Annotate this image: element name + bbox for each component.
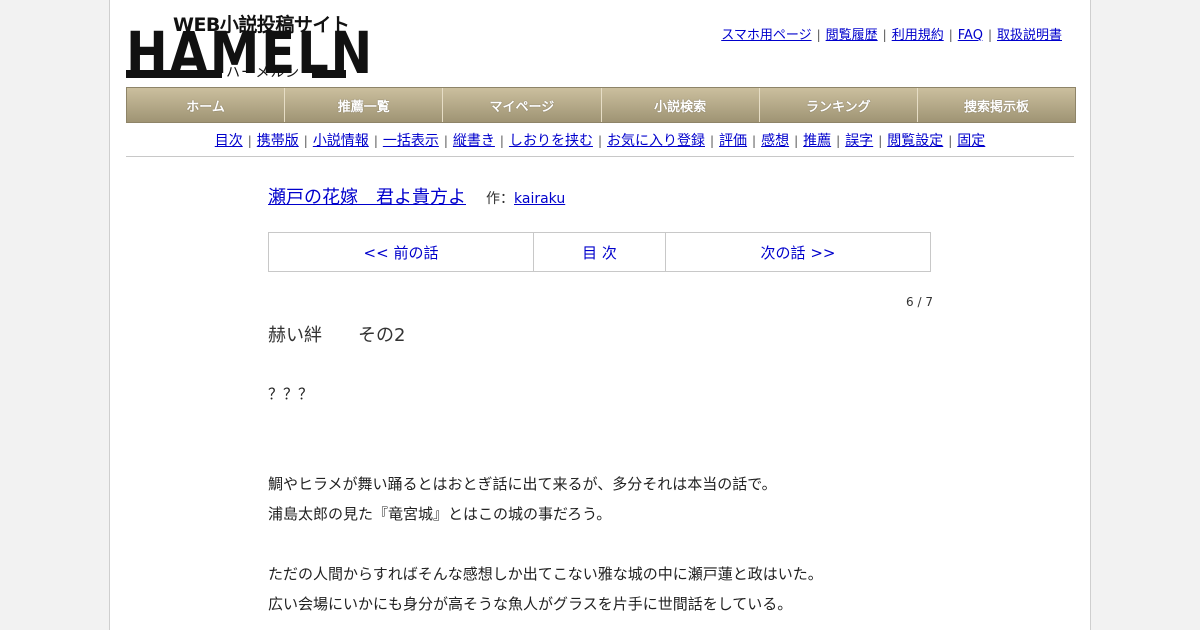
subnav-toc[interactable]: 目次 (215, 133, 243, 149)
separator: | (443, 134, 448, 148)
nav-ranking[interactable]: ランキング (759, 88, 918, 122)
subnav-pin[interactable]: 固定 (957, 133, 985, 149)
subnav-vertical[interactable]: 縦書き (453, 133, 495, 149)
terms-link[interactable]: 利用規約 (892, 28, 944, 43)
logo-underline-right (312, 70, 346, 78)
chapter-content: 瀬戸の花嫁 君よ貴方よ 作：kairaku << 前の話 目 次 次の話 >> 6… (268, 183, 933, 613)
separator: | (948, 134, 953, 148)
divider (126, 156, 1074, 157)
novel-sub-nav: 目次 | 携帯版 | 小説情報 | 一括表示 | 縦書き | しおりを挟む | お気に入り登録 | 評価 | 感… (126, 130, 1074, 150)
separator: | (597, 134, 602, 148)
body-line (268, 529, 823, 559)
author-link[interactable]: kairaku (514, 191, 565, 207)
body-line: 鯛やヒラメが舞い踊るとはおとぎ話に出て来るが、多分それは本当の話で。 (268, 475, 777, 493)
author-prefix: 作： (486, 191, 514, 207)
main-nav: ホーム 推薦一覧 マイページ 小説検索 ランキング 捜索掲示板 (126, 87, 1076, 123)
separator: | (373, 134, 378, 148)
subnav-mobile[interactable]: 携帯版 (257, 133, 299, 149)
logo-kana: ハーメルン (226, 65, 301, 81)
manual-link[interactable]: 取扱説明書 (997, 28, 1062, 43)
body-line: ただの人間からすればそんな感想しか出てこない雅な城の中に瀬戸蓮と政はいた。 (268, 565, 823, 583)
chapter-body: ？？？ 鯛やヒラメが舞い踊るとはおとぎ話に出て来るが、多分それは本当の話で。 浦… (268, 379, 823, 619)
subnav-novel-info[interactable]: 小説情報 (313, 133, 369, 149)
nav-home[interactable]: ホーム (127, 88, 286, 122)
chapter-title: 赫い絆 その2 (268, 325, 406, 346)
story-title-link[interactable]: 瀬戸の花嫁 君よ貴方よ (268, 187, 466, 208)
separator: | (836, 134, 841, 148)
separator: | (794, 134, 799, 148)
subnav-comments[interactable]: 感想 (761, 133, 789, 149)
nav-novel-search[interactable]: 小説検索 (601, 88, 760, 122)
separator: | (499, 134, 504, 148)
chapter-pager: << 前の話 目 次 次の話 >> (268, 232, 931, 272)
faq-link[interactable]: FAQ (958, 28, 983, 43)
next-chapter-link[interactable]: 次の話 >> (761, 242, 836, 263)
subnav-favorite[interactable]: お気に入り登録 (607, 133, 705, 149)
chapter-counter: 6 / 7 (906, 295, 933, 309)
prev-chapter-link[interactable]: << 前の話 (364, 242, 439, 263)
hameln-logo[interactable]: WEB小説投稿サイト HAMELN ハーメルン (126, 10, 372, 82)
history-link[interactable]: 閲覧履歴 (826, 28, 878, 43)
separator: | (948, 28, 953, 42)
subnav-show-all[interactable]: 一括表示 (383, 133, 439, 149)
top-links: スマホ用ページ | 閲覧履歴 | 利用規約 | FAQ | 取扱説明書 (721, 24, 1062, 43)
separator: | (247, 134, 252, 148)
next-chapter-cell: 次の話 >> (666, 233, 930, 271)
separator: | (816, 28, 821, 42)
separator: | (710, 134, 715, 148)
nav-recommendations[interactable]: 推薦一覧 (285, 88, 444, 122)
body-line (268, 439, 823, 469)
page-container: WEB小説投稿サイト HAMELN ハーメルン スマホ用ページ | 閲覧履歴 | 利用規… (109, 0, 1091, 630)
nav-search-board[interactable]: 捜索掲示板 (917, 88, 1076, 122)
separator: | (987, 28, 992, 42)
separator: | (303, 134, 308, 148)
subnav-recommend[interactable]: 推薦 (803, 133, 831, 149)
story-header: 瀬戸の花嫁 君よ貴方よ 作：kairaku (268, 183, 933, 209)
body-line: 浦島太郎の見た『竜宮城』とはこの城の事だろう。 (268, 505, 612, 523)
subnav-reading-settings[interactable]: 閲覧設定 (887, 133, 943, 149)
subnav-typo[interactable]: 誤字 (845, 133, 873, 149)
nav-mypage[interactable]: マイページ (443, 88, 602, 122)
separator: | (878, 134, 883, 148)
separator: | (752, 134, 757, 148)
subnav-rating[interactable]: 評価 (719, 133, 747, 149)
toc-cell: 目 次 (534, 233, 666, 271)
prev-chapter-cell: << 前の話 (269, 233, 534, 271)
body-line: ？？？ (268, 385, 314, 403)
smartphone-page-link[interactable]: スマホ用ページ (721, 28, 811, 43)
separator: | (882, 28, 887, 42)
body-line (268, 409, 823, 439)
logo-underline-left (126, 70, 222, 78)
toc-link[interactable]: 目 次 (582, 242, 617, 263)
subnav-bookmark[interactable]: しおりを挟む (509, 133, 593, 149)
body-line: 広い会場にいかにも身分が高そうな魚人がグラスを片手に世間話をしている。 (268, 595, 793, 613)
